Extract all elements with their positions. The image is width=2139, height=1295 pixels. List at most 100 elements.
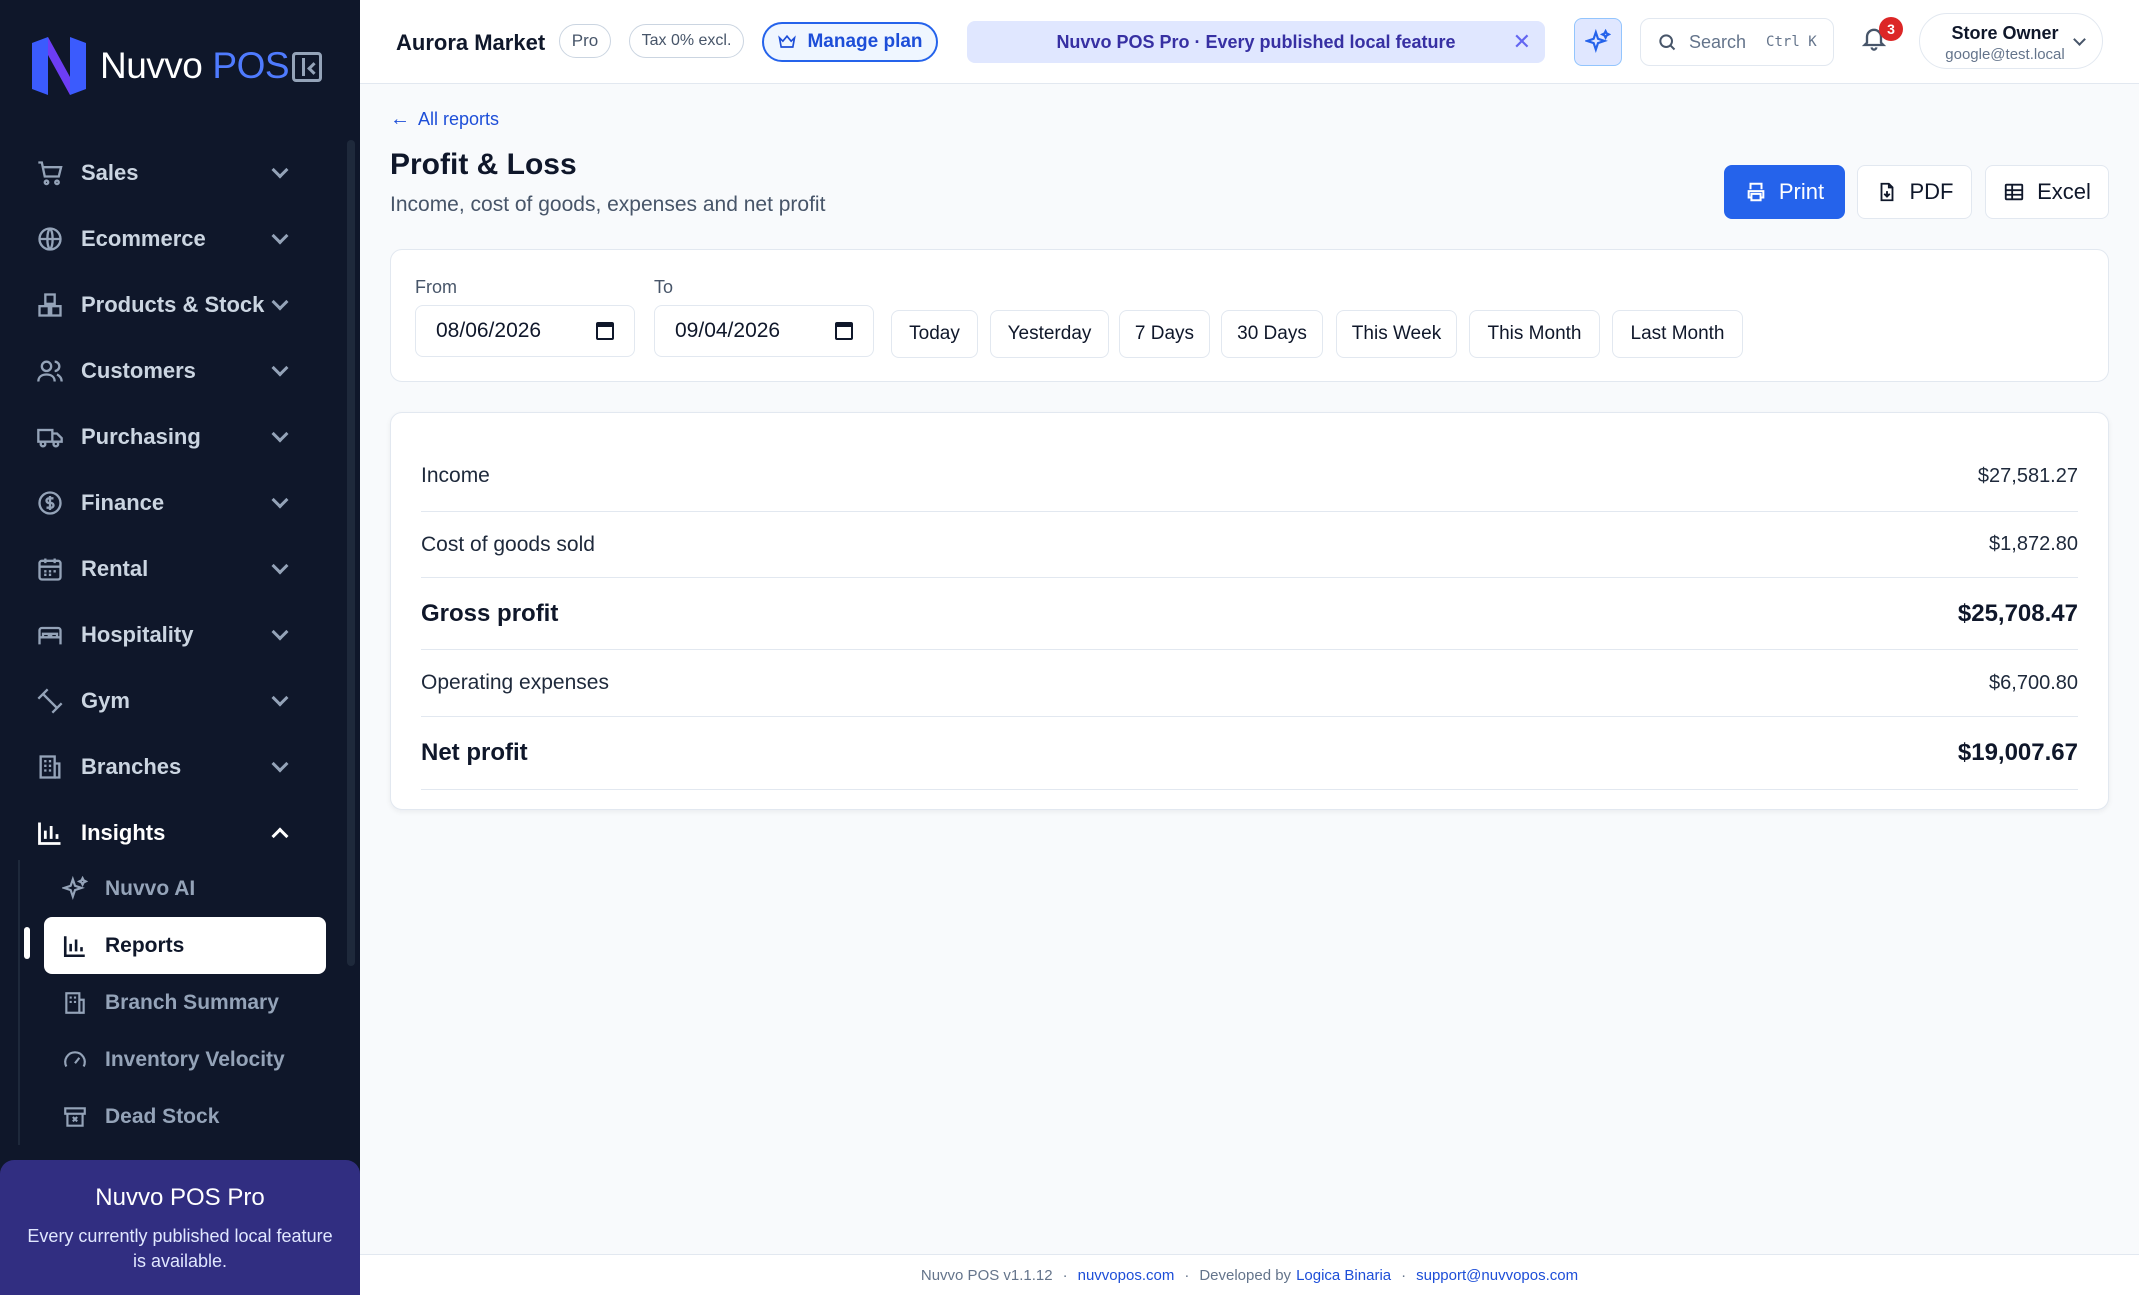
ai-assistant-button[interactable]: [1574, 18, 1622, 66]
nav-item-purchasing[interactable]: Purchasing: [0, 404, 340, 470]
quick-range-this-month[interactable]: This Month: [1469, 310, 1600, 358]
support-email-link[interactable]: support@nuvvopos.com: [1416, 1267, 1578, 1284]
nav-item-customers[interactable]: Customers: [0, 338, 340, 404]
search-button[interactable]: Search Ctrl K: [1640, 18, 1834, 66]
nav-label: Purchasing: [81, 424, 201, 449]
collapse-sidebar-icon[interactable]: [292, 52, 322, 82]
chevron-down-icon: [271, 359, 289, 377]
website-link[interactable]: nuvvopos.com: [1078, 1267, 1175, 1284]
row-label: Cost of goods sold: [421, 532, 595, 556]
dumbbell-icon: [36, 687, 64, 715]
file-download-icon: [1876, 181, 1898, 203]
sub-label: Dead Stock: [105, 1104, 220, 1128]
brand-logo[interactable]: Nuvvo POS: [26, 32, 290, 100]
nav-item-finance[interactable]: Finance: [0, 470, 340, 536]
top-bar: Aurora Market Pro Tax 0% excl. Manage pl…: [360, 0, 2139, 84]
user-menu[interactable]: Store Owner google@test.local: [1919, 13, 2103, 69]
plan-banner: Nuvvo POS Pro · Every published local fe…: [967, 21, 1545, 63]
chevron-down-icon: [271, 623, 289, 641]
developer-link[interactable]: Logica Binaria: [1296, 1267, 1391, 1284]
nav-item-rental[interactable]: Rental: [0, 536, 340, 602]
chevron-down-icon: [271, 425, 289, 443]
report-row-operating-expenses: Operating expenses $6,700.80: [421, 650, 2078, 717]
users-icon: [36, 357, 64, 385]
row-label: Gross profit: [421, 599, 559, 627]
quick-range-yesterday[interactable]: Yesterday: [990, 310, 1109, 358]
sub-item-inventory-velocity[interactable]: Inventory Velocity: [20, 1031, 328, 1088]
quick-range-7-days[interactable]: 7 Days: [1119, 310, 1210, 358]
table-icon: [2003, 181, 2025, 203]
from-date-input[interactable]: 08/06/2026: [415, 305, 635, 357]
plan-badge: Pro: [559, 24, 611, 58]
banner-text: Nuvvo POS Pro · Every published local fe…: [1056, 31, 1456, 52]
search-label: Search: [1689, 31, 1747, 52]
archive-x-icon: [62, 1104, 88, 1130]
back-link-label: All reports: [418, 109, 500, 129]
chevron-down-icon: [271, 557, 289, 575]
nav-label: Products & Stock: [81, 292, 265, 317]
chevron-up-icon: [271, 827, 289, 845]
nav-item-sales[interactable]: Sales: [0, 140, 340, 206]
tax-badge: Tax 0% excl.: [629, 24, 744, 58]
row-value: $27,581.27: [1977, 464, 2078, 487]
main-nav: Sales Ecommerce Products & Stock Custome…: [0, 140, 340, 866]
user-email: google@test.local: [1945, 46, 2065, 63]
bar-chart-icon: [36, 819, 64, 847]
nav-item-products-stock[interactable]: Products & Stock: [0, 272, 340, 338]
report-row-income: Income $27,581.27: [421, 441, 2078, 512]
close-icon[interactable]: ✕: [1513, 29, 1531, 55]
sub-item-nuvvo-ai[interactable]: Nuvvo AI: [20, 860, 328, 917]
manage-plan-button[interactable]: Manage plan: [762, 22, 938, 62]
nav-item-branches[interactable]: Branches: [0, 734, 340, 800]
printer-icon: [1745, 181, 1767, 203]
crown-icon: [778, 34, 797, 48]
sub-label: Nuvvo AI: [105, 876, 196, 900]
user-name: Store Owner: [1951, 23, 2059, 43]
quick-range-30-days[interactable]: 30 Days: [1221, 310, 1323, 358]
nav-item-insights[interactable]: Insights: [0, 800, 340, 866]
chevron-down-icon: [271, 689, 289, 707]
quick-range-this-week[interactable]: This Week: [1336, 310, 1457, 358]
separator: ·: [1401, 1266, 1407, 1284]
sub-label: Inventory Velocity: [105, 1047, 285, 1071]
sub-label: Branch Summary: [105, 990, 279, 1014]
chevron-down-icon: [271, 161, 289, 179]
print-button[interactable]: Print: [1724, 165, 1845, 219]
nav-item-hospitality[interactable]: Hospitality: [0, 602, 340, 668]
print-label: Print: [1778, 179, 1825, 204]
row-label: Operating expenses: [421, 671, 609, 694]
pdf-label: PDF: [1909, 179, 1954, 204]
quick-range-today[interactable]: Today: [891, 310, 978, 358]
sub-item-dead-stock[interactable]: Dead Stock: [20, 1088, 328, 1145]
nav-label: Hospitality: [81, 622, 194, 647]
row-value: $19,007.67: [1957, 739, 2078, 766]
brand-name: Nuvvo POS: [100, 45, 290, 86]
row-value: $6,700.80: [1989, 671, 2078, 694]
globe-icon: [36, 225, 64, 253]
truck-icon: [36, 423, 64, 451]
calendar-icon[interactable]: [596, 322, 614, 340]
from-date-value: 08/06/2026: [436, 319, 542, 342]
excel-button[interactable]: Excel: [1985, 165, 2109, 219]
nav-label: Rental: [81, 556, 149, 581]
page-title: Profit & Loss: [390, 148, 577, 181]
developed-by-label: Developed by: [1199, 1266, 1292, 1284]
nav-item-gym[interactable]: Gym: [0, 668, 340, 734]
calendar-icon[interactable]: [835, 322, 853, 340]
all-reports-link[interactable]: ← All reports: [390, 108, 499, 131]
sidebar: Nuvvo POS Sales Ecommerce Products & Stoc…: [0, 0, 360, 1295]
report-row-net-profit: Net profit $19,007.67: [421, 717, 2078, 790]
sparkles-icon: [1585, 29, 1611, 54]
quick-range-last-month[interactable]: Last Month: [1612, 310, 1743, 358]
pdf-button[interactable]: PDF: [1857, 165, 1972, 219]
to-date-input[interactable]: 09/04/2026: [654, 305, 874, 357]
promo-title: Nuvvo POS Pro: [95, 1184, 265, 1211]
nav-item-ecommerce[interactable]: Ecommerce: [0, 206, 340, 272]
sidebar-scrollbar[interactable]: [347, 140, 355, 966]
boxes-icon: [36, 291, 64, 319]
sub-item-branch-summary[interactable]: Branch Summary: [20, 974, 328, 1031]
chevron-down-icon: [271, 293, 289, 311]
sub-item-reports[interactable]: Reports: [44, 917, 326, 974]
sub-label: Reports: [105, 933, 185, 957]
nuvvo-logo-icon: [32, 37, 86, 95]
